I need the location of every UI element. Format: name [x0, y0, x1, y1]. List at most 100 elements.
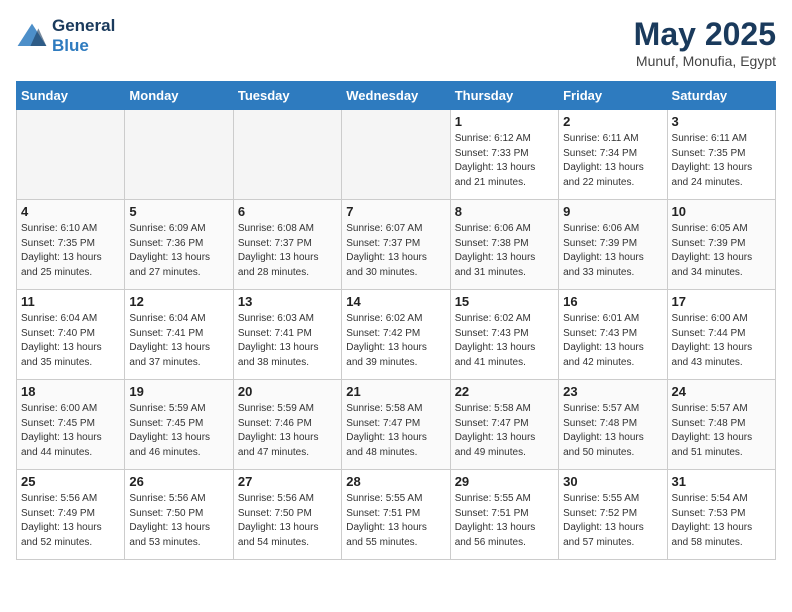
day-number: 22 — [455, 384, 554, 399]
day-number: 21 — [346, 384, 445, 399]
calendar-cell: 24 Sunrise: 5:57 AM Sunset: 7:48 PM Dayli… — [667, 380, 775, 470]
calendar-cell: 5Sunrise: 6:09 AM Sunset: 7:36 PM Daylig… — [125, 200, 233, 290]
calendar-cell: 4 Sunrise: 6:10 AM Sunset: 7:35 PM Daylig… — [17, 200, 125, 290]
day-info: Sunrise: 6:06 AM Sunset: 7:38 PM Dayligh… — [455, 222, 554, 280]
logo-text-line1: General — [52, 16, 115, 36]
day-number: 20 — [238, 384, 337, 399]
day-info: Sunrise: 6:01 AM Sunset: 7:43 PM Dayligh… — [563, 312, 662, 370]
day-info: Sunrise: 6:03 AM Sunset: 7:41 PM Dayligh… — [238, 312, 337, 370]
calendar-cell: 11 Sunrise: 6:04 AM Sunset: 7:40 PM Dayli… — [17, 290, 125, 380]
page-header: General Blue May 2025 Munuf, Monufia, Eg… — [16, 16, 776, 69]
day-info: Sunrise: 5:54 AM Sunset: 7:53 PM Dayligh… — [672, 492, 771, 550]
day-number: 27 — [238, 474, 337, 489]
day-number: 15 — [455, 294, 554, 309]
logo-text-line2: Blue — [52, 36, 115, 56]
day-info: Sunrise: 6:04 AM Sunset: 7:41 PM Dayligh… — [129, 312, 228, 370]
day-number: 30 — [563, 474, 662, 489]
calendar-cell: 15 Sunrise: 6:02 AM Sunset: 7:43 PM Dayli… — [450, 290, 558, 380]
day-number: 14 — [346, 294, 445, 309]
day-info: Sunrise: 6:02 AM Sunset: 7:42 PM Dayligh… — [346, 312, 445, 370]
day-info: Sunrise: 6:05 AM Sunset: 7:39 PM Dayligh… — [672, 222, 771, 280]
weekday-header-sunday: Sunday — [17, 82, 125, 110]
day-number: 18 — [21, 384, 120, 399]
calendar-cell: 23Sunrise: 5:57 AM Sunset: 7:48 PM Dayli… — [559, 380, 667, 470]
day-info: Sunrise: 5:55 AM Sunset: 7:51 PM Dayligh… — [455, 492, 554, 550]
day-info: Sunrise: 6:07 AM Sunset: 7:37 PM Dayligh… — [346, 222, 445, 280]
day-info: Sunrise: 5:57 AM Sunset: 7:48 PM Dayligh… — [563, 402, 662, 460]
day-number: 12 — [129, 294, 228, 309]
weekday-header-monday: Monday — [125, 82, 233, 110]
day-info: Sunrise: 5:57 AM Sunset: 7:48 PM Dayligh… — [672, 402, 771, 460]
month-title: May 2025 — [634, 16, 776, 53]
day-number: 4 — [21, 204, 120, 219]
day-number: 16 — [563, 294, 662, 309]
weekday-header-tuesday: Tuesday — [233, 82, 341, 110]
day-number: 29 — [455, 474, 554, 489]
calendar-cell: 17 Sunrise: 6:00 AM Sunset: 7:44 PM Dayli… — [667, 290, 775, 380]
day-info: Sunrise: 5:56 AM Sunset: 7:49 PM Dayligh… — [21, 492, 120, 550]
calendar-cell: 10 Sunrise: 6:05 AM Sunset: 7:39 PM Dayli… — [667, 200, 775, 290]
day-info: Sunrise: 5:56 AM Sunset: 7:50 PM Dayligh… — [129, 492, 228, 550]
calendar-cell: 19 Sunrise: 5:59 AM Sunset: 7:45 PM Dayli… — [125, 380, 233, 470]
weekday-header-thursday: Thursday — [450, 82, 558, 110]
day-number: 24 — [672, 384, 771, 399]
calendar-week-row: 11 Sunrise: 6:04 AM Sunset: 7:40 PM Dayli… — [17, 290, 776, 380]
day-info: Sunrise: 5:59 AM Sunset: 7:46 PM Dayligh… — [238, 402, 337, 460]
weekday-header-wednesday: Wednesday — [342, 82, 450, 110]
day-number: 25 — [21, 474, 120, 489]
calendar-cell: 16 Sunrise: 6:01 AM Sunset: 7:43 PM Dayli… — [559, 290, 667, 380]
day-info: Sunrise: 6:08 AM Sunset: 7:37 PM Dayligh… — [238, 222, 337, 280]
calendar-week-row: 1 Sunrise: 6:12 AM Sunset: 7:33 PM Daylig… — [17, 110, 776, 200]
calendar-cell: 12 Sunrise: 6:04 AM Sunset: 7:41 PM Dayli… — [125, 290, 233, 380]
day-info: Sunrise: 6:04 AM Sunset: 7:40 PM Dayligh… — [21, 312, 120, 370]
day-number: 17 — [672, 294, 771, 309]
day-info: Sunrise: 6:00 AM Sunset: 7:45 PM Dayligh… — [21, 402, 120, 460]
logo: General Blue — [16, 16, 115, 55]
weekday-header-row: SundayMondayTuesdayWednesdayThursdayFrid… — [17, 82, 776, 110]
location: Munuf, Monufia, Egypt — [634, 53, 776, 69]
day-number: 8 — [455, 204, 554, 219]
calendar-cell: 7 Sunrise: 6:07 AM Sunset: 7:37 PM Daylig… — [342, 200, 450, 290]
calendar-cell: 28Sunrise: 5:55 AM Sunset: 7:51 PM Dayli… — [342, 470, 450, 560]
calendar-cell: 2Sunrise: 6:11 AM Sunset: 7:34 PM Daylig… — [559, 110, 667, 200]
day-number: 6 — [238, 204, 337, 219]
calendar-cell: 8 Sunrise: 6:06 AM Sunset: 7:38 PM Daylig… — [450, 200, 558, 290]
day-info: Sunrise: 5:58 AM Sunset: 7:47 PM Dayligh… — [455, 402, 554, 460]
calendar-cell: 3Sunrise: 6:11 AM Sunset: 7:35 PM Daylig… — [667, 110, 775, 200]
title-block: May 2025 Munuf, Monufia, Egypt — [634, 16, 776, 69]
calendar-cell: 31 Sunrise: 5:54 AM Sunset: 7:53 PM Dayli… — [667, 470, 775, 560]
day-number: 9 — [563, 204, 662, 219]
calendar-cell: 14 Sunrise: 6:02 AM Sunset: 7:42 PM Dayli… — [342, 290, 450, 380]
day-number: 10 — [672, 204, 771, 219]
calendar-cell — [233, 110, 341, 200]
calendar-cell: 22 Sunrise: 5:58 AM Sunset: 7:47 PM Dayli… — [450, 380, 558, 470]
day-info: Sunrise: 6:10 AM Sunset: 7:35 PM Dayligh… — [21, 222, 120, 280]
day-number: 2 — [563, 114, 662, 129]
calendar-cell — [342, 110, 450, 200]
calendar-cell — [17, 110, 125, 200]
day-info: Sunrise: 5:55 AM Sunset: 7:52 PM Dayligh… — [563, 492, 662, 550]
day-number: 13 — [238, 294, 337, 309]
day-number: 7 — [346, 204, 445, 219]
calendar-cell: 20 Sunrise: 5:59 AM Sunset: 7:46 PM Dayli… — [233, 380, 341, 470]
day-number: 11 — [21, 294, 120, 309]
calendar-cell: 29 Sunrise: 5:55 AM Sunset: 7:51 PM Dayli… — [450, 470, 558, 560]
calendar-cell: 21 Sunrise: 5:58 AM Sunset: 7:47 PM Dayli… — [342, 380, 450, 470]
day-number: 19 — [129, 384, 228, 399]
day-number: 5 — [129, 204, 228, 219]
day-number: 3 — [672, 114, 771, 129]
day-info: Sunrise: 5:59 AM Sunset: 7:45 PM Dayligh… — [129, 402, 228, 460]
day-info: Sunrise: 6:12 AM Sunset: 7:33 PM Dayligh… — [455, 132, 554, 190]
calendar-cell: 6 Sunrise: 6:08 AM Sunset: 7:37 PM Daylig… — [233, 200, 341, 290]
day-info: Sunrise: 6:06 AM Sunset: 7:39 PM Dayligh… — [563, 222, 662, 280]
calendar-cell: 25 Sunrise: 5:56 AM Sunset: 7:49 PM Dayli… — [17, 470, 125, 560]
day-number: 31 — [672, 474, 771, 489]
calendar-cell: 30 Sunrise: 5:55 AM Sunset: 7:52 PM Dayli… — [559, 470, 667, 560]
weekday-header-saturday: Saturday — [667, 82, 775, 110]
day-info: Sunrise: 6:00 AM Sunset: 7:44 PM Dayligh… — [672, 312, 771, 370]
calendar-table: SundayMondayTuesdayWednesdayThursdayFrid… — [16, 81, 776, 560]
day-info: Sunrise: 6:02 AM Sunset: 7:43 PM Dayligh… — [455, 312, 554, 370]
day-info: Sunrise: 5:58 AM Sunset: 7:47 PM Dayligh… — [346, 402, 445, 460]
day-info: Sunrise: 5:56 AM Sunset: 7:50 PM Dayligh… — [238, 492, 337, 550]
day-number: 1 — [455, 114, 554, 129]
